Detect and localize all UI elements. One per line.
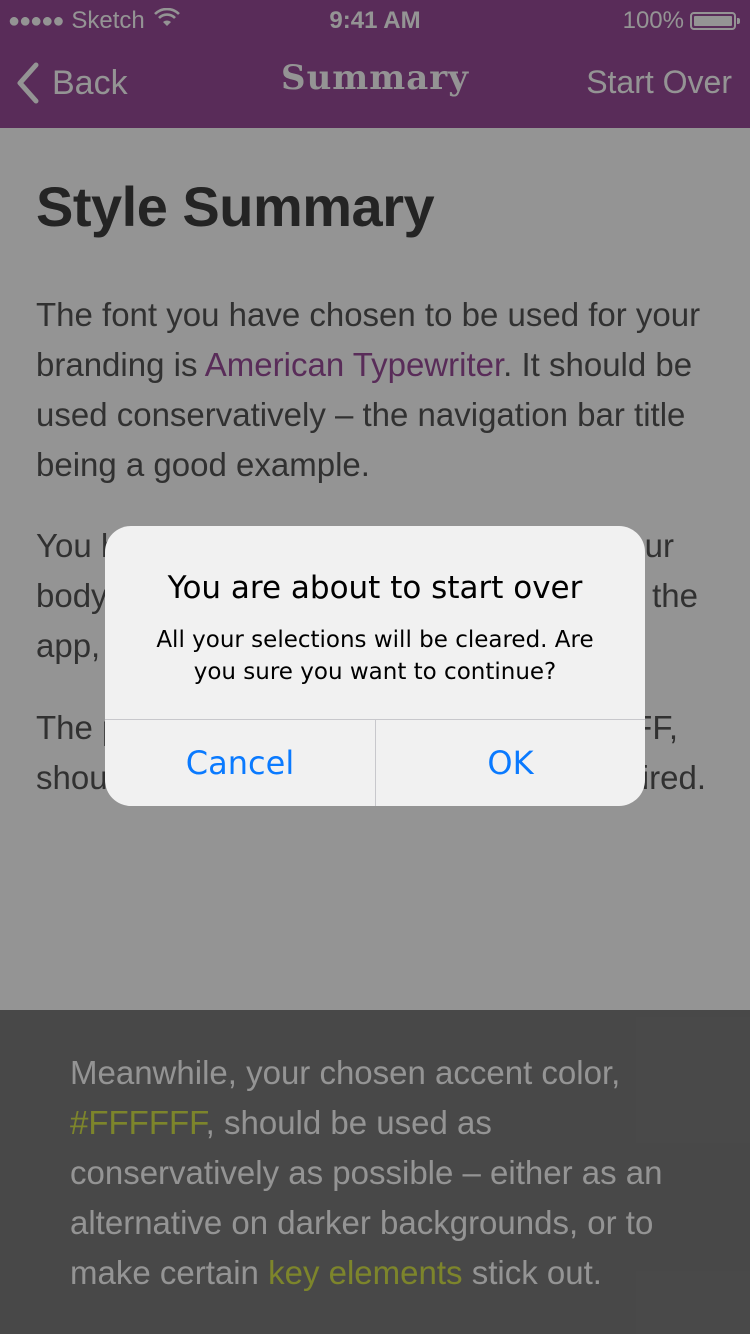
cancel-button[interactable]: Cancel: [105, 720, 375, 806]
ok-button[interactable]: OK: [376, 720, 645, 806]
start-over-alert: You are about to start over All your sel…: [105, 526, 645, 806]
alert-title: You are about to start over: [167, 570, 583, 606]
alert-message: All your selections will be cleared. Are…: [156, 627, 594, 685]
